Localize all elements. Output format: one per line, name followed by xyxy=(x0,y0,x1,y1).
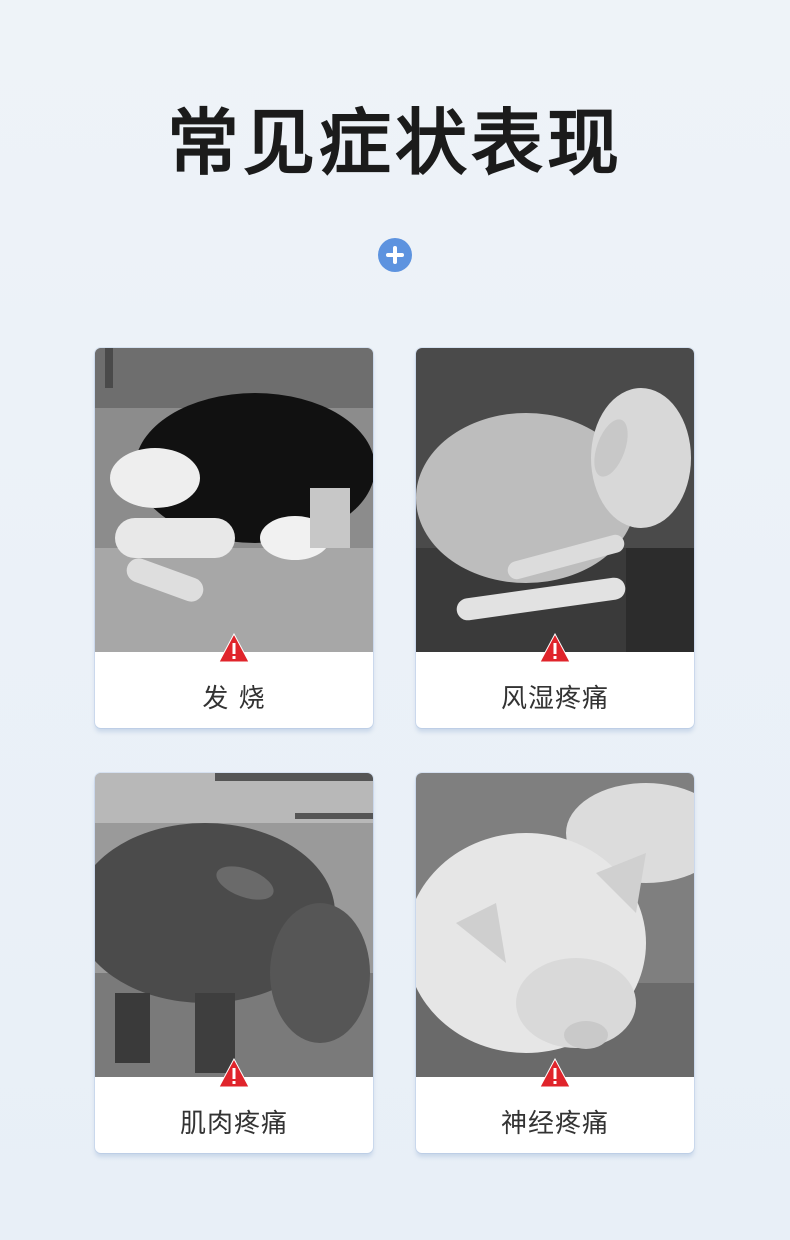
symptom-card-nerve-pain: 神经疼痛 xyxy=(416,773,694,1153)
symptom-label: 风湿疼痛 xyxy=(500,684,609,714)
symptom-card-muscle-pain: 肌肉疼痛 xyxy=(95,773,373,1153)
symptom-label: 肌肉疼痛 xyxy=(179,1109,288,1139)
cattle-standing-photo xyxy=(95,773,373,1077)
symptom-label: 发 烧 xyxy=(202,684,266,714)
plus-icon xyxy=(378,238,412,272)
pig-lying-photo xyxy=(416,773,694,1077)
symptom-label: 神经疼痛 xyxy=(500,1109,609,1139)
warning-icon xyxy=(539,633,571,663)
symptom-card-rheumatism: 风湿疼痛 xyxy=(416,348,694,728)
symptom-card-fever: 发 烧 xyxy=(95,348,373,728)
calf-lying-photo xyxy=(95,348,373,652)
warning-icon xyxy=(539,1058,571,1088)
warning-icon xyxy=(218,633,250,663)
sheep-lying-photo xyxy=(416,348,694,652)
warning-icon xyxy=(218,1058,250,1088)
page-title: 常见症状表现 xyxy=(166,100,623,185)
